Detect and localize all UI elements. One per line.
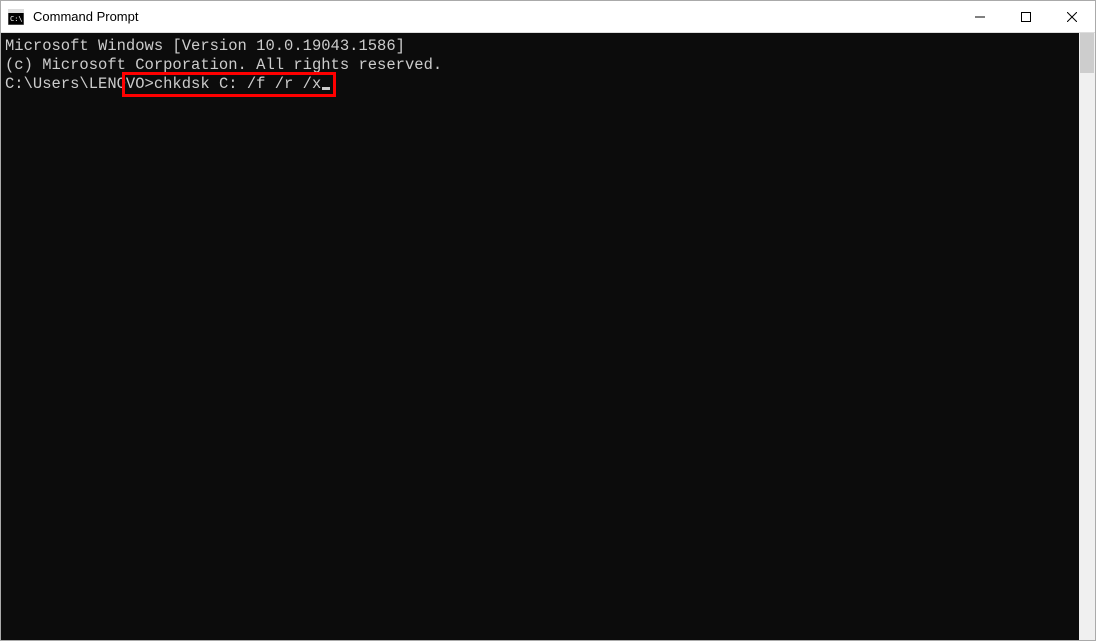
command-prompt-window: C:\ Command Prompt bbox=[0, 0, 1096, 641]
maximize-icon bbox=[1021, 12, 1031, 22]
maximize-button[interactable] bbox=[1003, 1, 1049, 32]
svg-text:C:\: C:\ bbox=[10, 15, 23, 23]
command-text: chkdsk C: /f /r /x bbox=[154, 75, 321, 93]
version-line: Microsoft Windows [Version 10.0.19043.15… bbox=[5, 37, 1079, 56]
titlebar[interactable]: C:\ Command Prompt bbox=[1, 1, 1095, 33]
app-icon: C:\ bbox=[7, 8, 25, 26]
close-button[interactable] bbox=[1049, 1, 1095, 32]
scrollbar-track[interactable] bbox=[1079, 33, 1095, 640]
prompt-line: C:\Users\LENOVO>chkdsk C: /f /r /x bbox=[5, 75, 330, 94]
cursor bbox=[322, 87, 330, 90]
window-title: Command Prompt bbox=[33, 9, 138, 24]
scrollbar-thumb[interactable] bbox=[1080, 33, 1094, 73]
close-icon bbox=[1067, 12, 1077, 22]
vertical-scrollbar[interactable] bbox=[1079, 33, 1095, 640]
terminal-area: Microsoft Windows [Version 10.0.19043.15… bbox=[1, 33, 1095, 640]
terminal[interactable]: Microsoft Windows [Version 10.0.19043.15… bbox=[1, 33, 1079, 640]
minimize-button[interactable] bbox=[957, 1, 1003, 32]
prompt-text: C:\Users\LENOVO> bbox=[5, 75, 154, 93]
copyright-line: (c) Microsoft Corporation. All rights re… bbox=[5, 56, 1079, 75]
minimize-icon bbox=[975, 12, 985, 22]
window-controls bbox=[957, 1, 1095, 32]
